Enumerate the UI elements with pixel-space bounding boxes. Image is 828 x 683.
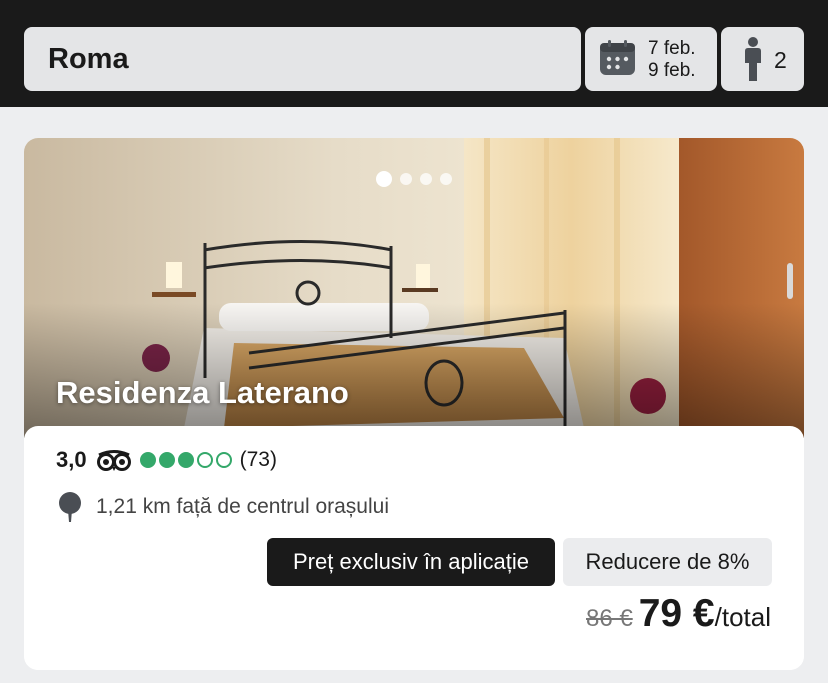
price-row: 86 € 79 € /total (586, 592, 771, 636)
photo-carousel-dots[interactable] (376, 171, 452, 187)
carousel-dot[interactable] (440, 173, 452, 185)
person-icon (745, 37, 761, 81)
checkout-date: 9 feb. (648, 60, 696, 81)
carousel-dot[interactable] (376, 171, 392, 187)
hotel-photo[interactable]: Residenza Laterano (24, 138, 804, 438)
guest-count: 2 (774, 47, 787, 73)
checkin-date: 7 feb. (648, 38, 696, 59)
dates-selector-button[interactable]: 7 feb. 9 feb. (585, 27, 717, 91)
search-destination-input[interactable]: Roma (24, 27, 581, 91)
distance-text: 1,21 km față de centrul orașului (96, 495, 389, 518)
hotel-name[interactable]: Residenza Laterano (56, 375, 349, 411)
old-price: 86 € (586, 605, 633, 632)
carousel-dot[interactable] (420, 173, 432, 185)
price-suffix: /total (714, 602, 771, 632)
search-city-text: Roma (48, 42, 129, 75)
hotel-card[interactable]: Residenza Laterano 3,0 (73) 1,21 km față… (24, 138, 804, 670)
top-bar: Roma 7 feb. 9 feb. 2 (0, 0, 828, 107)
rating-bubble-filled (139, 452, 156, 468)
rating-bubble-empty (215, 452, 232, 468)
rating-bubble-empty (196, 452, 213, 468)
discount-badge: Reducere de 8% (563, 538, 772, 586)
hotel-info-panel: 3,0 (73) 1,21 km față de centrul orașulu… (24, 426, 804, 670)
rating-row: 3,0 (73) (56, 446, 277, 474)
rating-score: 3,0 (56, 447, 87, 472)
guests-selector-button[interactable]: 2 (721, 27, 804, 91)
carousel-dot[interactable] (400, 173, 412, 185)
distance-row: 1,21 km față de centrul orașului (58, 492, 389, 522)
rating-bubble-filled (158, 452, 175, 468)
map-pin-icon (59, 492, 81, 522)
calendar-icon (600, 40, 635, 75)
exclusive-price-badge: Preț exclusiv în aplicație (267, 538, 555, 586)
rating-bubbles (139, 452, 232, 468)
tripadvisor-owl-icon (96, 450, 131, 471)
review-count: (73) (239, 448, 277, 471)
rating-bubble-filled (177, 452, 194, 468)
new-price: 79 € (638, 592, 715, 635)
